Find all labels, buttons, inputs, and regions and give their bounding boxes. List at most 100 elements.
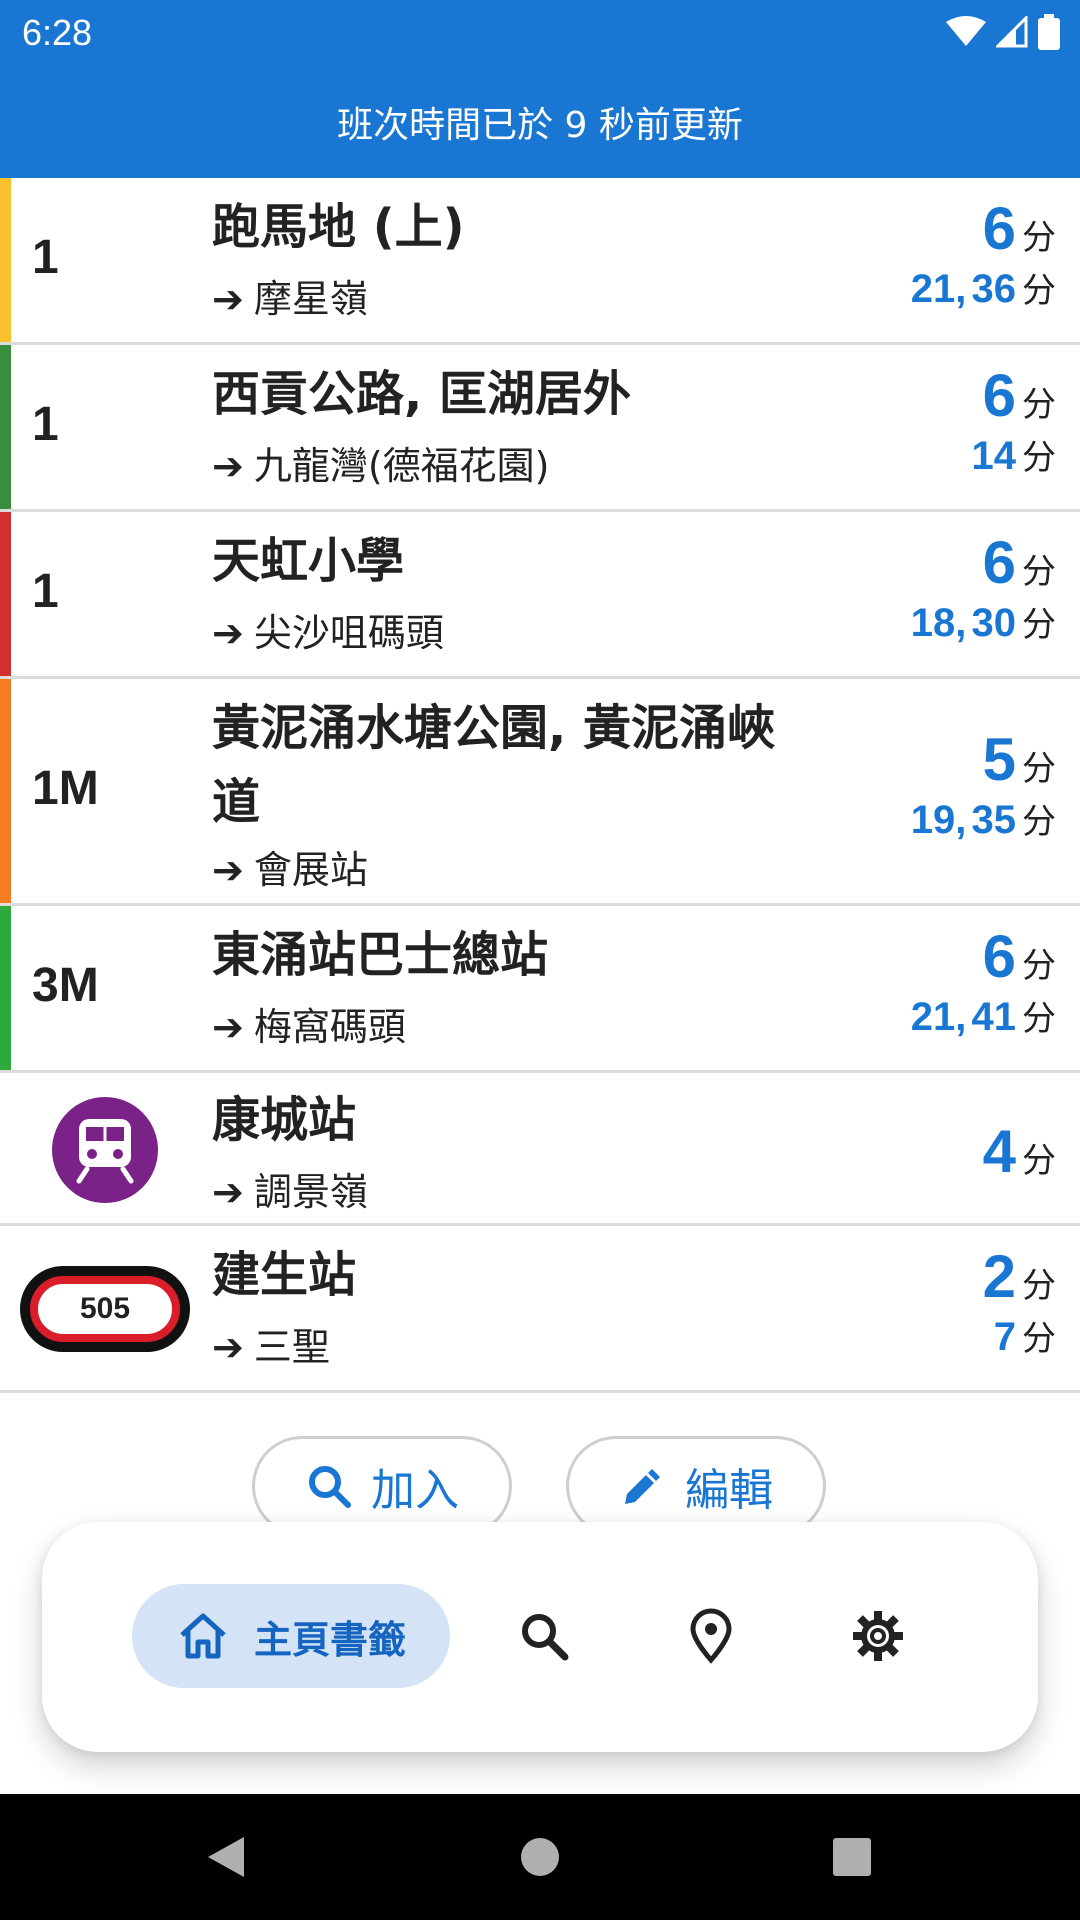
- eta-row[interactable]: 505 建生站 ➔ 三聖 2分 7分: [0, 1226, 1080, 1393]
- eta-unit: 分: [1022, 1141, 1056, 1181]
- eta-row[interactable]: 1 西貢公路, 匡湖居外 ➔ 九龍灣(德福花園) 6分 14 分: [0, 345, 1080, 512]
- eta-block: 2分 7分: [983, 1242, 1056, 1360]
- eta-unit: 分: [1022, 999, 1056, 1039]
- arrow-right-icon: ➔: [212, 277, 244, 321]
- location-pin-icon: [690, 1608, 732, 1664]
- eta-block: 6分 18, 30 分: [911, 528, 1056, 646]
- home-icon: [180, 1613, 226, 1659]
- destination: ➔ 三聖: [212, 1316, 330, 1371]
- destination-label: 調景嶺: [253, 1170, 368, 1214]
- eta-separator: ,: [955, 995, 967, 1039]
- eta-following: 14: [971, 434, 1017, 478]
- recents-square-icon: [833, 1838, 871, 1876]
- arrow-right-icon: ➔: [212, 444, 244, 488]
- bookmark-eta-list: 1 跑馬地 (上) ➔ 摩星嶺 6分 21, 36 分 1 西貢公路, 匡湖居外 ➔…: [0, 178, 1080, 1393]
- eta-unit: 分: [1022, 1266, 1056, 1306]
- route-number: 1M: [32, 762, 99, 815]
- eta-next: 2: [982, 1243, 1016, 1310]
- eta-following: 21: [910, 267, 956, 311]
- nav-home-label: 主頁書籤: [253, 1617, 406, 1662]
- eta-following: 41: [971, 995, 1017, 1039]
- recents-button[interactable]: [822, 1794, 882, 1920]
- search-icon: [522, 1614, 569, 1661]
- arrow-right-icon: ➔: [212, 848, 244, 892]
- status-icons: [946, 14, 1060, 50]
- eta-block: 6分 14 分: [972, 361, 1057, 479]
- eta-next: 4: [982, 1118, 1016, 1185]
- destination-label: 摩星嶺: [253, 277, 368, 321]
- home-button[interactable]: [510, 1794, 570, 1920]
- route-number: 3M: [32, 959, 99, 1012]
- eta-row[interactable]: 1 跑馬地 (上) ➔ 摩星嶺 6分 21, 36 分: [0, 178, 1080, 345]
- destination: ➔ 摩星嶺: [212, 268, 368, 323]
- search-icon: [309, 1466, 351, 1508]
- eta-row[interactable]: 3M 東涌站巴士總站 ➔ 梅窩碼頭 6分 21, 41 分: [0, 906, 1080, 1073]
- eta-next: 6: [982, 362, 1016, 429]
- route-number: 1: [32, 565, 59, 618]
- destination: ➔ 尖沙咀碼頭: [212, 602, 444, 657]
- eta-row[interactable]: 1M 黃泥涌水塘公園, 黃泥涌峽道 ➔ 會展站 5分 19, 35 分: [0, 679, 1080, 906]
- destination-label: 三聖: [253, 1325, 330, 1369]
- eta-following: 36: [971, 267, 1017, 311]
- route-color-stripe: [0, 178, 11, 342]
- stop-name: 東涌站巴士總站: [212, 927, 549, 983]
- stop-name: 黃泥涌水塘公園, 黃泥涌峽道: [212, 700, 775, 830]
- eta-unit: 分: [1022, 749, 1056, 789]
- destination: ➔ 九龍灣(德福花園): [212, 435, 550, 490]
- add-bookmark-button[interactable]: 加入: [252, 1436, 512, 1536]
- lrt-route-number: 505: [30, 1276, 180, 1342]
- add-button-label: 加入: [371, 1465, 459, 1516]
- destination: ➔ 調景嶺: [212, 1161, 368, 1216]
- eta-separator: ,: [955, 601, 967, 645]
- destination-label: 尖沙咀碼頭: [253, 611, 444, 655]
- eta-following: 19: [910, 798, 956, 842]
- update-status-text: 班次時間已於 9 秒前更新: [337, 105, 743, 146]
- train-icon: [52, 1097, 158, 1203]
- system-navigation-bar: [0, 1794, 1080, 1920]
- eta-following: 35: [971, 798, 1017, 842]
- eta-next: 5: [982, 726, 1016, 793]
- nav-settings[interactable]: [846, 1604, 910, 1668]
- status-bar: 6:28: [0, 0, 1080, 64]
- eta-unit: 分: [1022, 552, 1056, 592]
- eta-following: 30: [971, 601, 1017, 645]
- back-button[interactable]: [196, 1794, 256, 1920]
- lrt-route-badge: 505: [20, 1266, 190, 1352]
- bottom-navigation: 主頁書籤: [42, 1522, 1038, 1752]
- stop-name: 天虹小學: [212, 533, 405, 589]
- battery-icon: [1038, 14, 1060, 50]
- eta-block: 4分: [983, 1117, 1056, 1186]
- nav-search[interactable]: [512, 1604, 576, 1668]
- app-header: 6:28 班次時間已於 9 秒前更新: [0, 0, 1080, 178]
- arrow-right-icon: ➔: [212, 611, 244, 655]
- gear-icon: [853, 1611, 903, 1661]
- eta-next: 6: [982, 195, 1016, 262]
- eta-unit: 分: [1022, 271, 1056, 311]
- eta-unit: 分: [1022, 605, 1056, 645]
- stop-name: 跑馬地 (上): [212, 199, 465, 255]
- arrow-right-icon: ➔: [212, 1325, 244, 1369]
- eta-unit: 分: [1022, 218, 1056, 258]
- destination: ➔ 會展站: [212, 839, 368, 894]
- eta-following: 7: [993, 1315, 1016, 1359]
- eta-separator: ,: [955, 798, 967, 842]
- destination-label: 會展站: [253, 848, 368, 892]
- route-color-stripe: [0, 345, 11, 509]
- bookmark-actions: 加入 編輯: [0, 1436, 1080, 1536]
- eta-separator: ,: [955, 267, 967, 311]
- status-time: 6:28: [22, 12, 93, 53]
- stop-name: 康城站: [212, 1092, 357, 1148]
- eta-next: 6: [982, 529, 1016, 596]
- nav-nearby[interactable]: [679, 1604, 743, 1668]
- arrow-right-icon: ➔: [212, 1170, 244, 1214]
- eta-row[interactable]: 1 天虹小學 ➔ 尖沙咀碼頭 6分 18, 30 分: [0, 512, 1080, 679]
- cellular-signal-icon: [996, 16, 1028, 48]
- edit-bookmark-button[interactable]: 編輯: [566, 1436, 826, 1536]
- eta-unit: 分: [1022, 946, 1056, 986]
- home-circle-icon: [521, 1838, 559, 1876]
- eta-unit: 分: [1022, 438, 1056, 478]
- nav-home-bookmarks[interactable]: 主頁書籤: [132, 1584, 450, 1688]
- stop-name: 西貢公路, 匡湖居外: [212, 366, 631, 422]
- route-color-stripe: [0, 679, 11, 903]
- eta-row[interactable]: 康城站 ➔ 調景嶺 4分: [0, 1073, 1080, 1226]
